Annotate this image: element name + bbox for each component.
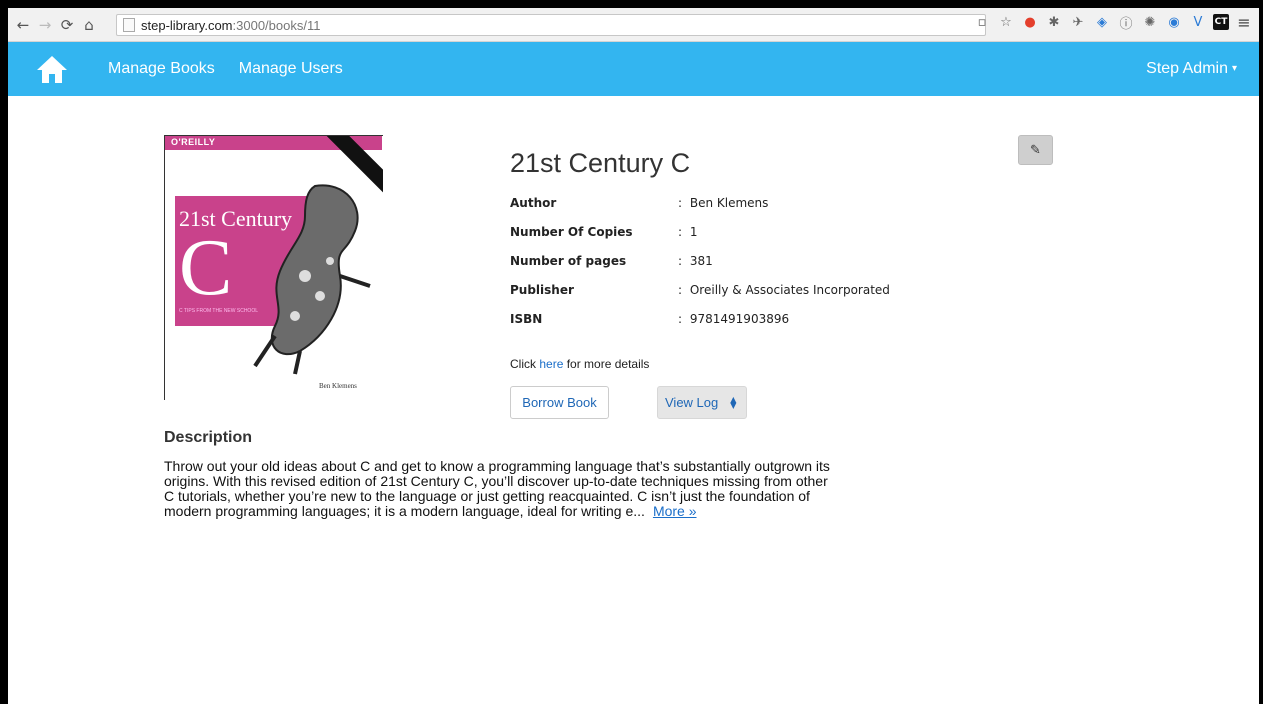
chrome-icon[interactable]: ◉ bbox=[1165, 13, 1183, 31]
detail-row-pages: Number of pages 381 bbox=[510, 254, 930, 283]
detail-value: 1 bbox=[678, 225, 698, 239]
menu-icon[interactable]: ≡ bbox=[1235, 13, 1253, 32]
page-icon bbox=[123, 18, 135, 32]
description-more-link[interactable]: More » bbox=[653, 503, 697, 519]
detail-value: Ben Klemens bbox=[678, 196, 769, 210]
home-icon[interactable] bbox=[32, 49, 72, 89]
book-details: Author Ben Klemens Number Of Copies 1 Numb… bbox=[510, 196, 930, 341]
opera-icon[interactable]: ● bbox=[1021, 13, 1039, 31]
description-body: Throw out your old ideas about C and get… bbox=[164, 458, 830, 519]
detail-row-copies: Number Of Copies 1 bbox=[510, 225, 930, 254]
borrow-book-button[interactable]: Borrow Book bbox=[510, 386, 609, 419]
shield-icon[interactable]: ◈ bbox=[1093, 13, 1111, 31]
user-menu[interactable]: Step Admin ▾ bbox=[1146, 60, 1237, 78]
detail-label: Publisher bbox=[510, 283, 574, 297]
view-log-select[interactable]: View Log ▲ ▼ bbox=[657, 386, 747, 419]
detail-label: Author bbox=[510, 196, 557, 210]
more-prefix: Click bbox=[510, 357, 540, 371]
forward-icon[interactable]: → bbox=[34, 14, 56, 36]
updown-icon: ▲ ▼ bbox=[730, 394, 737, 410]
rocket-icon[interactable]: ✈ bbox=[1069, 13, 1087, 31]
cover-author: Ben Klemens bbox=[319, 382, 357, 390]
book-cover-image: O'REILLY 21st Century C C TIPS FROM THE … bbox=[164, 135, 383, 400]
more-details-line: Click here for more details bbox=[510, 357, 649, 371]
detail-row-isbn: ISBN 9781491903896 bbox=[510, 312, 930, 341]
browser-toolbar: ← → ⟳ ⌂ step-library.com:3000/books/11 ▫… bbox=[8, 8, 1259, 42]
url-host: step-library.com bbox=[141, 17, 233, 33]
cover-letter: C bbox=[179, 224, 233, 312]
detail-label: Number of pages bbox=[510, 254, 627, 268]
home-browser-icon[interactable]: ⌂ bbox=[78, 14, 100, 36]
v-icon[interactable]: V bbox=[1189, 13, 1207, 31]
app-navbar: Manage Books Manage Users Step Admin ▾ bbox=[8, 42, 1259, 96]
info-icon[interactable]: ⓘ bbox=[1117, 13, 1135, 32]
description-heading: Description bbox=[164, 429, 253, 446]
address-bar[interactable]: step-library.com:3000/books/11 bbox=[116, 14, 986, 36]
browser-window: ← → ⟳ ⌂ step-library.com:3000/books/11 ▫… bbox=[8, 8, 1259, 704]
extension-icons: ▫ ☆ ● ✱ ✈ ◈ ⓘ ✺ ◉ V CT ≡ bbox=[973, 13, 1253, 32]
view-log-label: View Log bbox=[665, 395, 719, 410]
detail-value: 381 bbox=[678, 254, 713, 268]
detail-label: ISBN bbox=[510, 312, 543, 326]
pencil-icon: ✎ bbox=[1030, 142, 1041, 158]
caret-down-icon: ▾ bbox=[1231, 63, 1237, 75]
reload-icon[interactable]: ⟳ bbox=[56, 14, 78, 36]
detail-row-author: Author Ben Klemens bbox=[510, 196, 930, 225]
puzzle-icon[interactable]: ✱ bbox=[1045, 13, 1063, 31]
user-name: Step Admin bbox=[1146, 60, 1228, 77]
edit-button[interactable]: ✎ bbox=[1018, 135, 1053, 165]
sun-icon[interactable]: ✺ bbox=[1141, 13, 1159, 31]
book-title: 21st Century C bbox=[510, 148, 691, 178]
url-path: :3000/books/11 bbox=[232, 17, 321, 33]
more-suffix: for more details bbox=[563, 357, 650, 371]
page-action-icon[interactable]: ▫ bbox=[973, 13, 991, 31]
detail-row-publisher: Publisher Oreilly & Associates Incorporat… bbox=[510, 283, 930, 312]
nav-manage-books[interactable]: Manage Books bbox=[108, 60, 215, 78]
cover-brand: O'REILLY bbox=[171, 137, 216, 147]
animal-illustration bbox=[253, 184, 371, 375]
detail-value: Oreilly & Associates Incorporated bbox=[678, 283, 890, 297]
star-icon[interactable]: ☆ bbox=[997, 13, 1015, 31]
detail-value: 9781491903896 bbox=[678, 312, 789, 326]
detail-label: Number Of Copies bbox=[510, 225, 633, 239]
more-details-link[interactable]: here bbox=[539, 357, 563, 371]
back-icon[interactable]: ← bbox=[12, 14, 34, 36]
ct-icon[interactable]: CT bbox=[1213, 14, 1229, 30]
nav-manage-users[interactable]: Manage Users bbox=[239, 60, 343, 78]
description-text: Throw out your old ideas about C and get… bbox=[164, 459, 836, 519]
